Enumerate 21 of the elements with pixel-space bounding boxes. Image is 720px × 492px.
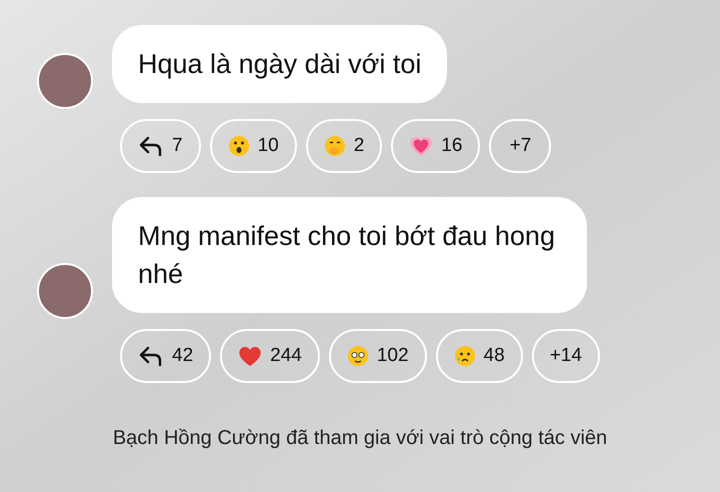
reaction-chip[interactable]: 7 [120, 119, 201, 173]
reaction-chip[interactable]: 10 [210, 119, 297, 173]
reply-arrow-icon [138, 135, 164, 157]
reaction-chip[interactable]: 102 [328, 329, 427, 383]
reaction-chip[interactable]: +7 [489, 119, 552, 173]
crying-face-icon [454, 345, 476, 367]
join-notice: Bạch Hồng Cường đã tham gia với vai trò cộng tác viên [112, 426, 608, 451]
reaction-chip[interactable]: 42 [120, 329, 212, 383]
pleading-face-icon [346, 345, 369, 367]
reply-arrow-icon [138, 345, 164, 367]
reaction-chip[interactable]: 48 [436, 329, 523, 383]
heart-icon [409, 135, 434, 157]
message-bubble: Mng manifest cho toi bớt đau hong nhé [112, 197, 587, 313]
hand-over-mouth-face-icon [324, 135, 346, 157]
reaction-chip[interactable]: 2 [306, 119, 382, 173]
astonished-face-icon [228, 135, 250, 157]
reaction-chip[interactable]: +14 [532, 329, 600, 383]
reaction-chip[interactable]: 244 [220, 329, 320, 383]
reaction-chip[interactable]: 16 [391, 119, 480, 173]
message-bubble: Hqua là ngày dài với toi [112, 25, 448, 103]
heart-icon [238, 345, 262, 367]
